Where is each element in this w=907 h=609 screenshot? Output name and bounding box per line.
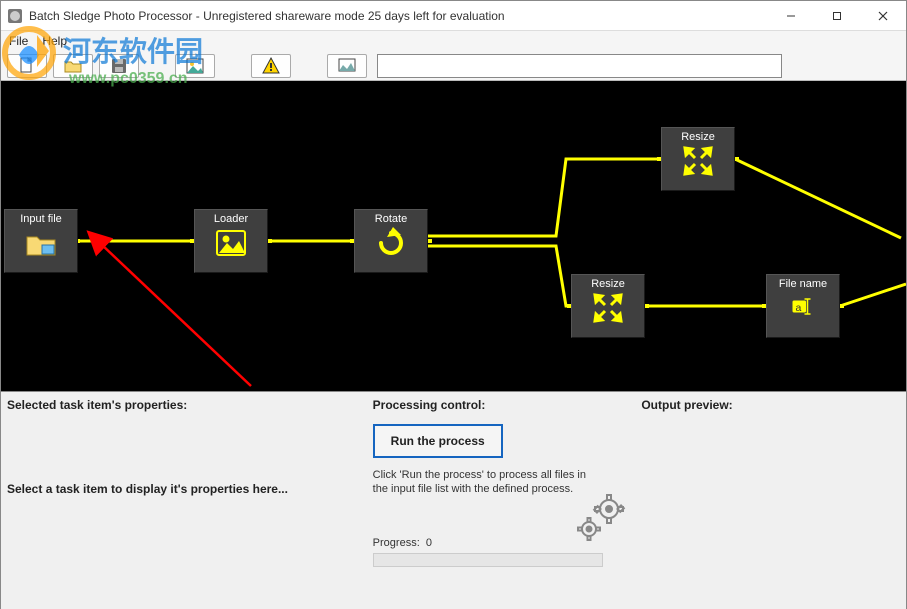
window-title: Batch Sledge Photo Processor - Unregiste… [29, 9, 768, 23]
menu-help[interactable]: Help [42, 34, 67, 48]
progress-label: Progress: [373, 537, 420, 549]
close-button[interactable] [860, 1, 906, 30]
node-label: File name [779, 278, 827, 290]
node-label: Resize [681, 131, 715, 143]
panel-title: Selected task item's properties: [7, 398, 363, 412]
panel-title: Processing control: [373, 398, 632, 412]
graph-canvas[interactable]: Input file Loader Rotate Resize [1, 81, 906, 391]
run-process-button[interactable]: Run the process [373, 424, 503, 458]
node-resize-bottom[interactable]: Resize [571, 274, 645, 338]
toolbar-combo[interactable] [377, 54, 782, 78]
gears-icon [571, 493, 631, 543]
progress-bar [373, 553, 603, 567]
node-input-file[interactable]: Input file [4, 209, 78, 273]
menu-bar: File Help [1, 31, 906, 51]
toolbar: 河东软件园 www.pc0359.cn [1, 51, 906, 81]
folder-icon [25, 227, 57, 259]
menu-file[interactable]: File [9, 34, 28, 48]
toolbar-save-button[interactable] [99, 54, 139, 78]
node-label: Input file [20, 213, 62, 225]
app-icon [7, 8, 23, 24]
panel-processing-control: Processing control: Run the process Clic… [373, 398, 632, 603]
node-label: Rotate [375, 213, 407, 225]
processing-hint: Click 'Run the process' to process all f… [373, 468, 593, 497]
node-resize-top[interactable]: Resize [661, 127, 735, 191]
toolbar-image-button[interactable] [175, 54, 215, 78]
node-label: Loader [214, 213, 248, 225]
node-rotate[interactable]: Rotate [354, 209, 428, 273]
selected-placeholder: Select a task item to display it's prope… [7, 482, 363, 496]
panel-title: Output preview: [641, 398, 900, 412]
maximize-button[interactable] [814, 1, 860, 30]
bottom-panels: Selected task item's properties: Select … [1, 391, 906, 609]
title-bar: Batch Sledge Photo Processor - Unregiste… [1, 1, 906, 31]
minimize-button[interactable] [768, 1, 814, 30]
node-loader[interactable]: Loader [194, 209, 268, 273]
text-cursor-icon: a [787, 292, 819, 324]
toolbar-open-button[interactable] [53, 54, 93, 78]
node-filename[interactable]: File name a [766, 274, 840, 338]
rotate-icon [375, 227, 407, 259]
toolbar-preview-button[interactable] [327, 54, 367, 78]
svg-text:a: a [796, 302, 802, 314]
panel-output-preview: Output preview: [641, 398, 900, 603]
resize-icon [682, 145, 714, 177]
panel-selected-properties: Selected task item's properties: Select … [7, 398, 363, 603]
toolbar-warning-button[interactable] [251, 54, 291, 78]
toolbar-new-button[interactable] [7, 54, 47, 78]
resize-icon [592, 292, 624, 324]
progress-value: 0 [426, 537, 432, 549]
image-icon [215, 227, 247, 259]
node-label: Resize [591, 278, 625, 290]
